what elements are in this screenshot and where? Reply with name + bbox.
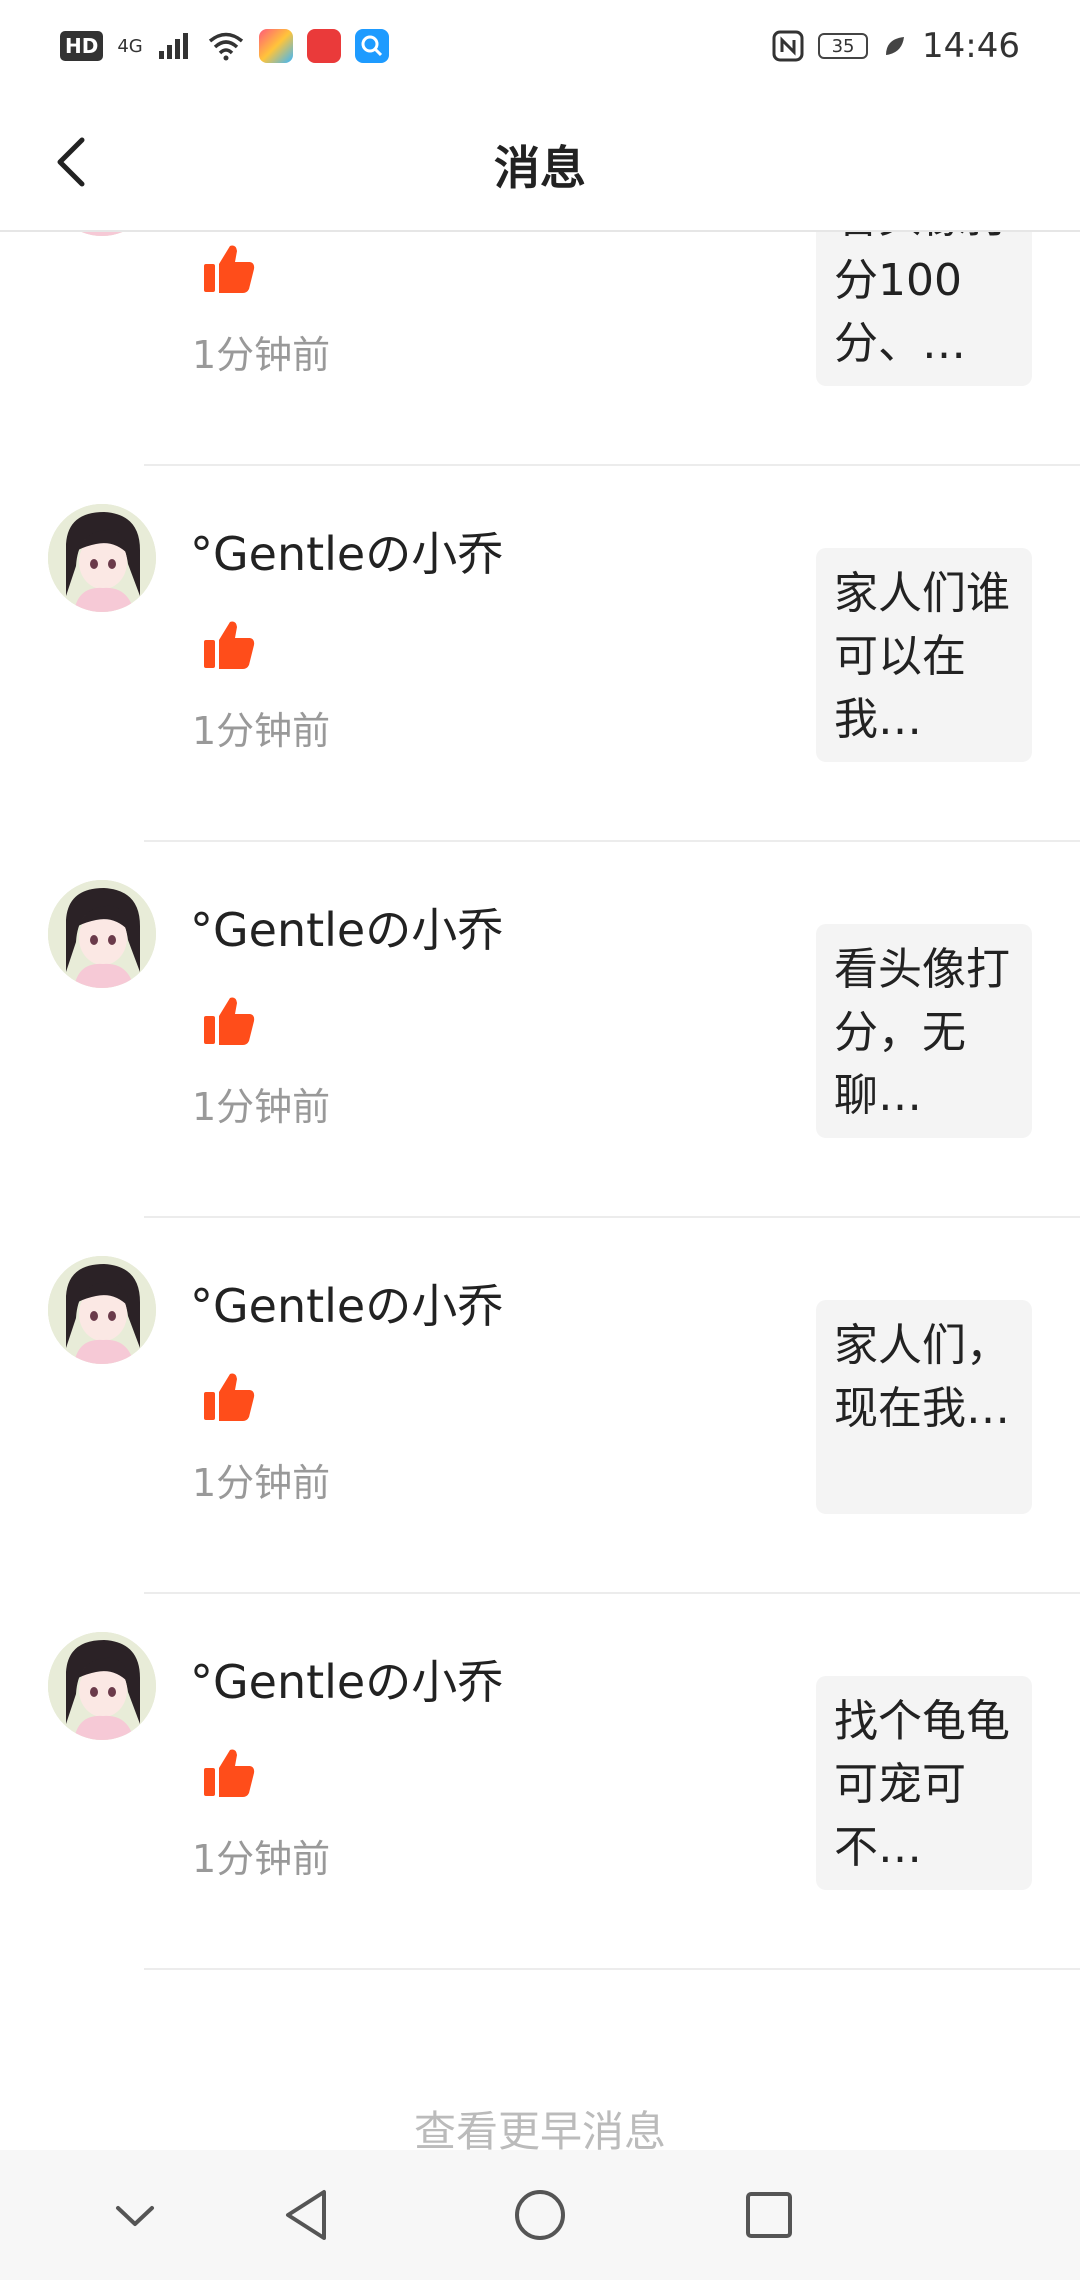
app-icon-huawei xyxy=(306,29,341,63)
username[interactable]: °Gentleの小乔 xyxy=(190,894,503,960)
timestamp: 1分钟前 xyxy=(192,1461,331,1505)
avatar[interactable] xyxy=(48,880,156,988)
message-item[interactable]: °Gentleの小乔 1分钟前 家人们，现在我… xyxy=(0,1218,1080,1594)
square-recents-icon xyxy=(746,2192,792,2238)
header: 消息 xyxy=(0,92,1080,232)
message-item[interactable]: °Gentleの小乔 1分钟前 找个龟龟可宠可不… xyxy=(0,1594,1080,1970)
triangle-back-icon xyxy=(286,2190,326,2240)
timestamp: 1分钟前 xyxy=(192,333,331,377)
thumbs-up-icon xyxy=(200,240,258,298)
thumbs-up-icon xyxy=(200,1744,258,1802)
avatar[interactable] xyxy=(48,1256,156,1364)
app-icon-theme xyxy=(258,29,293,63)
wifi-icon xyxy=(208,32,243,61)
username[interactable]: °Gentleの小乔 xyxy=(190,1646,503,1712)
status-bar: HD 4G 35 14:46 xyxy=(0,0,1080,92)
timestamp: 1分钟前 xyxy=(192,1837,331,1881)
page-title: 消息 xyxy=(494,141,586,195)
message-item[interactable]: °Gentleの小乔 1分钟前 家人们谁可以在我… xyxy=(0,466,1080,842)
post-preview[interactable]: 看头像打分100分、… xyxy=(816,232,1032,386)
divider xyxy=(144,1968,1080,1970)
username[interactable]: °Gentleの小乔 xyxy=(190,1270,503,1336)
network-type: 4G xyxy=(117,35,143,57)
post-preview[interactable]: 家人们谁可以在我… xyxy=(816,548,1032,762)
chevron-down-icon xyxy=(116,2206,154,2226)
clock: 14:46 xyxy=(922,26,1020,66)
post-preview[interactable]: 找个龟龟可宠可不… xyxy=(816,1676,1032,1890)
post-preview[interactable]: 看头像打分，无聊… xyxy=(816,924,1032,1138)
timestamp: 1分钟前 xyxy=(192,1085,331,1129)
timestamp: 1分钟前 xyxy=(192,709,331,753)
hd-badge: HD xyxy=(60,31,104,61)
nav-back-button[interactable] xyxy=(274,2180,344,2250)
app-icon-search xyxy=(354,29,389,63)
nav-hide-button[interactable] xyxy=(100,2180,170,2250)
message-list[interactable]: °Gentleの小乔 1分钟前 看头像打分100分、… °Gentleの小乔 1… xyxy=(0,232,1080,2150)
thumbs-up-icon xyxy=(200,616,258,674)
leaf-icon xyxy=(886,37,905,55)
avatar[interactable] xyxy=(48,232,156,236)
avatar[interactable] xyxy=(48,1632,156,1740)
message-item[interactable]: °Gentleの小乔 1分钟前 看头像打分，无聊… xyxy=(0,842,1080,1218)
status-left: HD 4G xyxy=(60,29,389,63)
thumbs-up-icon xyxy=(200,992,258,1050)
battery-indicator: 35 xyxy=(818,33,869,59)
thumbs-up-icon xyxy=(200,1368,258,1426)
message-list-inner: °Gentleの小乔 1分钟前 看头像打分100分、… °Gentleの小乔 1… xyxy=(0,232,1080,1970)
nfc-icon xyxy=(772,30,804,62)
avatar[interactable] xyxy=(48,504,156,612)
post-preview[interactable]: 家人们，现在我… xyxy=(816,1300,1032,1514)
navigation-bar xyxy=(0,2150,1080,2280)
circle-home-icon xyxy=(515,2190,565,2240)
nav-home-button[interactable] xyxy=(505,2180,575,2250)
message-item[interactable]: °Gentleの小乔 1分钟前 看头像打分100分、… xyxy=(0,232,1080,466)
signal-icon xyxy=(158,33,188,59)
nav-recents-button[interactable] xyxy=(734,2180,804,2250)
status-right: 35 14:46 xyxy=(772,26,1020,66)
username[interactable]: °Gentleの小乔 xyxy=(190,518,503,584)
